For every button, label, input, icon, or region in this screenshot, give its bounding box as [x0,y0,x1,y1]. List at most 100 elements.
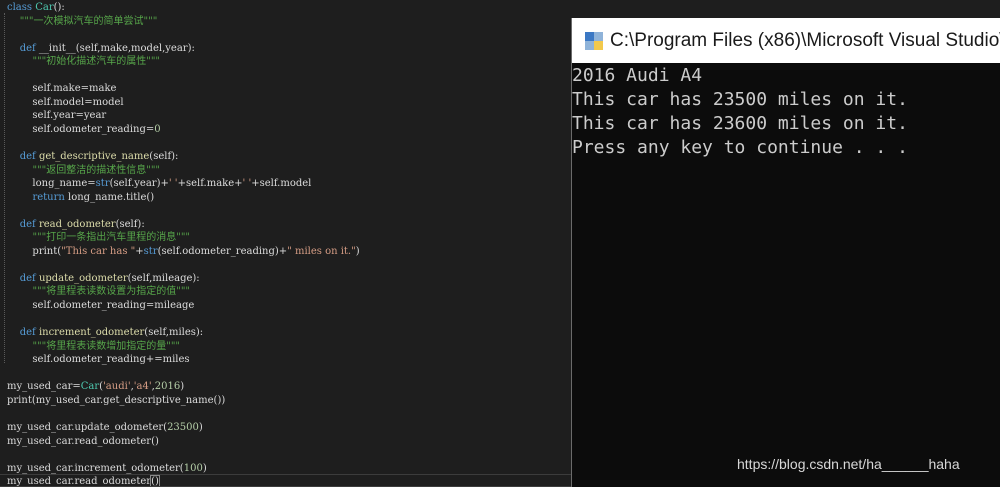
code-editor[interactable]: class Car(): """一次模拟汽车的简单尝试""" def __ini… [0,0,572,487]
code-token: ) [180,381,185,393]
code-token: my_used_car.increment_odometer( [7,462,184,474]
console-output-line: This car has 23500 miles on it. [572,89,908,110]
code-line[interactable]: print(my_used_car.get_descriptive_name()… [7,394,360,408]
code-token: 2016 [154,381,181,393]
code-line[interactable]: self.year=year [7,109,360,123]
code-line[interactable]: self.odometer_reading+=miles [7,353,360,367]
code-token: """返回整洁的描述性信息""" [32,164,161,176]
code-line[interactable]: def get_descriptive_name(self): [7,150,360,164]
code-line[interactable]: """打印一条指出汽车里程的消息""" [7,231,360,245]
code-token: read_odometer [38,218,116,230]
code-token: (self.year)+ [109,178,169,190]
code-token: Car [80,381,100,393]
code-token: """一次模拟汽车的简单尝试""" [19,15,158,27]
code-token: increment_odometer [38,327,145,339]
code-token: (self): [149,151,179,163]
code-token: return [32,191,65,203]
code-token: self.odometer_reading= [7,123,155,135]
code-token: +self.make+ [177,178,243,190]
code-line[interactable]: long_name=str(self.year)+' '+self.make+'… [7,177,360,191]
code-token: __init__(self,make,model,year): [35,42,195,54]
current-line-highlight [0,474,572,487]
code-line[interactable]: class Car(): [7,1,360,15]
code-line[interactable]: """一次模拟汽车的简单尝试""" [7,15,360,29]
code-line[interactable]: def read_odometer(self): [7,218,360,232]
code-token: ) [355,245,360,257]
code-token: ' ' [168,178,178,190]
code-token: str [143,245,158,257]
code-line[interactable] [7,448,360,462]
code-line[interactable]: """将里程表读数设置为指定的值""" [7,285,360,299]
code-token: update_odometer [38,272,128,284]
console-window[interactable]: C:\Program Files (x86)\Microsoft Visual … [571,18,1000,487]
code-token: 'a4' [133,381,152,393]
console-output: 2016 Audi A4 This car has 23500 miles on … [572,64,1000,160]
code-token: """打印一条指出汽车里程的消息""" [32,232,191,244]
python-app-icon [584,31,604,51]
code-token: ) [198,421,203,433]
code-token: str [95,178,110,190]
code-line[interactable] [7,69,360,83]
code-line[interactable]: """初始化描述汽车的属性""" [7,55,360,69]
code-token: "This car has " [61,245,136,257]
code-line[interactable]: my_used_car.update_odometer(23500) [7,421,360,435]
code-line[interactable] [7,258,360,272]
code-line[interactable]: my_used_car.read_odometer() [7,435,360,449]
code-line[interactable]: """返回整洁的描述性信息""" [7,164,360,178]
code-token: def [19,42,36,54]
code-line[interactable]: def update_odometer(self,mileage): [7,272,360,286]
code-token: + [135,245,144,257]
code-line[interactable]: self.model=model [7,96,360,110]
code-line[interactable] [7,367,360,381]
code-token: 100 [183,462,203,474]
code-token: my_used_car= [7,381,81,393]
code-token: def [19,218,36,230]
code-line[interactable]: return long_name.title() [7,191,360,205]
code-token: get_descriptive_name [38,151,150,163]
code-token: (): [53,2,65,13]
code-line[interactable] [7,313,360,327]
console-output-line: Press any key to continue . . . [572,137,908,158]
code-line[interactable]: self.odometer_reading=0 [7,123,360,137]
code-lines[interactable]: class Car(): """一次模拟汽车的简单尝试""" def __ini… [7,1,360,487]
code-token: my_used_car.read_odometer() [7,435,159,447]
code-token: """将里程表读数增加指定的量""" [32,340,181,352]
window-title: C:\Program Files (x86)\Microsoft Visual … [610,29,1000,51]
code-token: (self.odometer_reading)+ [157,245,288,257]
code-line[interactable] [7,407,360,421]
code-token: """初始化描述汽车的属性""" [32,56,161,68]
code-line[interactable]: my_used_car=Car('audi','a4',2016) [7,380,360,394]
code-line[interactable]: """将里程表读数增加指定的量""" [7,340,360,354]
code-token: my_used_car.update_odometer( [7,421,168,433]
code-line[interactable]: def increment_odometer(self,miles): [7,326,360,340]
code-token: 23500 [167,421,199,433]
code-line[interactable] [7,136,360,150]
code-token: (self,miles): [144,327,204,339]
code-token: 'audi' [103,381,131,393]
code-line[interactable]: print("This car has "+str(self.odometer_… [7,245,360,259]
code-token: 0 [154,123,161,135]
code-line[interactable] [7,28,360,42]
code-line[interactable]: self.make=make [7,82,360,96]
code-line[interactable]: self.odometer_reading=mileage [7,299,360,313]
code-line[interactable] [7,204,360,218]
code-token: Car [35,2,54,13]
code-token: ' ' [242,178,252,190]
console-titlebar[interactable]: C:\Program Files (x86)\Microsoft Visual … [572,18,1000,63]
code-token: self.model=model [7,96,124,108]
code-token: (self): [115,218,145,230]
code-token: class [7,2,33,13]
code-token: " miles on it." [287,245,356,257]
code-token: self.odometer_reading+=miles [7,354,190,366]
code-line[interactable]: def __init__(self,make,model,year): [7,42,360,56]
code-token: print(my_used_car.get_descriptive_name()… [7,394,226,406]
code-token: """将里程表读数设置为指定的值""" [32,286,191,298]
code-token: ) [202,462,207,474]
